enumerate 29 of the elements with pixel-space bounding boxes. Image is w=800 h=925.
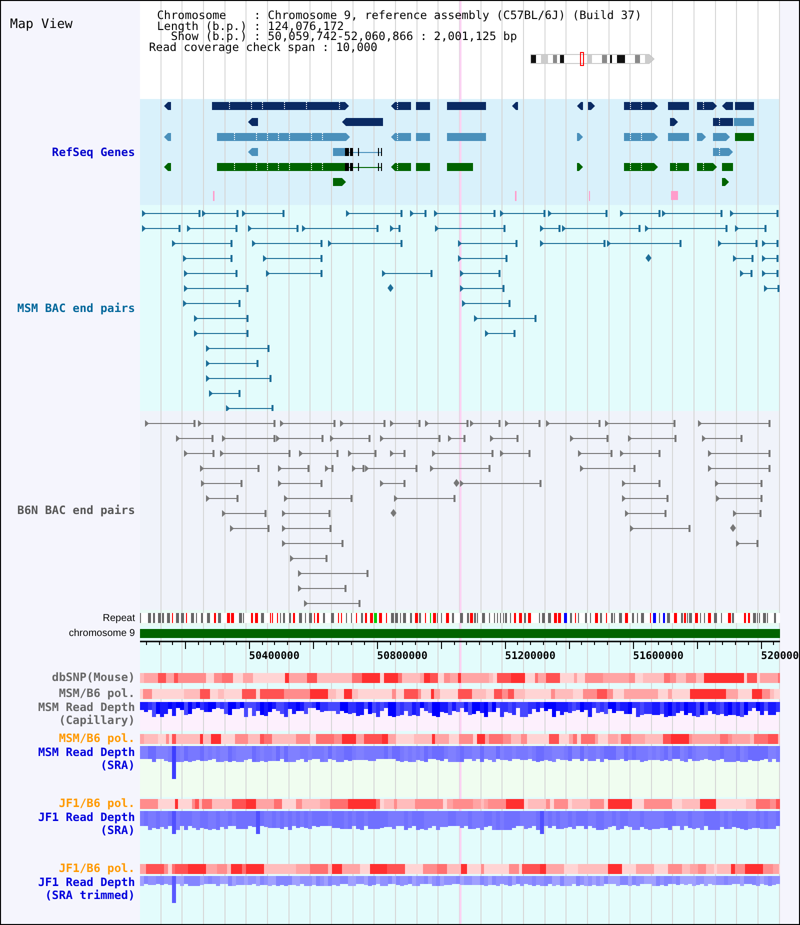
panel-title: Map View (10, 17, 73, 32)
track-label: B6N BAC end pairs (17, 504, 135, 517)
track-label: MSM/B6 pol. (58, 732, 135, 744)
info-label: Length (b.p.) (157, 20, 247, 31)
ruler-label: 51600000 (633, 650, 684, 662)
track-label: chromosome 9 (68, 628, 135, 638)
info-label: Read coverage check span (149, 42, 316, 52)
track-label: dbSNP(Mouse) (52, 671, 135, 684)
track-label: MSM/B6 pol. (58, 686, 135, 700)
region-marker-icon (580, 52, 584, 66)
ruler-label: 520000 (761, 650, 799, 662)
ruler-label: 51200000 (505, 650, 556, 662)
track-label: MSM Read Depth (Capillary) (37, 701, 135, 727)
track-label: JF1/B6 pol. (58, 862, 135, 875)
track-label: JF1 Read Depth (SRA) (37, 811, 135, 837)
info-value: : 10,000 (322, 42, 378, 52)
info-value: : Chromosome 9, reference assembly (C57BL/6J) (Build 37) (254, 10, 642, 20)
ruler-label: 50800000 (377, 650, 428, 662)
info-value: : 50,059,742-52,060,866 : 2,001,125 bp (254, 31, 518, 42)
track-label: Repeat (102, 612, 135, 624)
track-label: RefSeq Genes (52, 146, 135, 158)
track-label: MSM BAC end pairs (17, 302, 135, 314)
info-label: Chromosome (157, 10, 226, 20)
ruler-label: 50400000 (249, 650, 300, 662)
info-label: Show (b.p.) (170, 31, 247, 42)
track-label: MSM Read Depth (SRA) (37, 746, 135, 772)
track-label: JF1 Read Depth (SRA trimmed) (37, 876, 135, 902)
info-value: : 124,076,172 (254, 20, 344, 31)
track-label: JF1/B6 pol. (58, 797, 135, 810)
